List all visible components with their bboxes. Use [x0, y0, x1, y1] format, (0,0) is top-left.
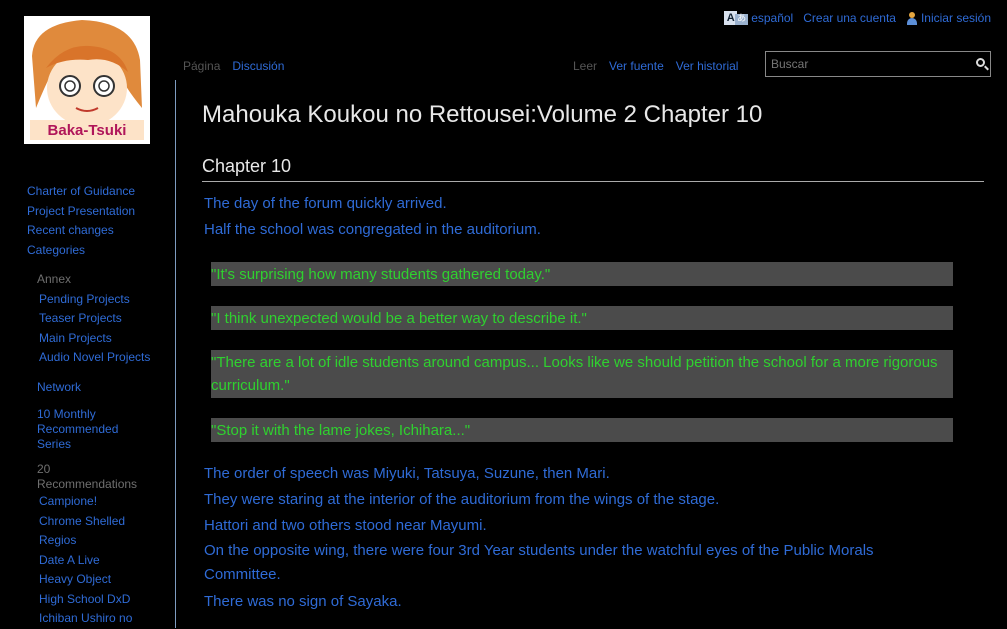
language-label: español: [751, 11, 794, 25]
paragraph: There was no sign of Sayaka.: [204, 593, 402, 610]
search-input[interactable]: [769, 54, 963, 74]
view-tabs: Leer Ver fuente Ver historial: [573, 59, 738, 73]
page-title: Mahouka Koukou no Rettousei:Volume 2 Cha…: [202, 101, 763, 128]
paragraph: Hattori and two others stood near Mayumi…: [204, 517, 487, 534]
paragraph: On the opposite wing, there were four 3r…: [204, 542, 874, 583]
annex-portlet: Annex Pending Projects Teaser Projects M…: [0, 270, 172, 368]
recommendations-heading: 20 Recommendations: [37, 462, 138, 491]
translate-icon: Aあ: [724, 11, 749, 25]
dialogue-quote: "It's surprising how many students gathe…: [211, 262, 953, 286]
recommendations-portlet: 20 Recommendations Campione! Chrome Shel…: [0, 462, 172, 629]
tab-discussion[interactable]: Discusión: [232, 59, 284, 73]
sidebar-item-categories[interactable]: Categories: [27, 241, 172, 261]
sidebar-item-main-projects[interactable]: Main Projects: [39, 329, 172, 349]
search-icon[interactable]: [976, 58, 985, 67]
sidebar: Charter of Guidance Project Presentation…: [0, 182, 172, 629]
section-heading: Chapter 10: [202, 156, 984, 182]
tab-page[interactable]: Página: [183, 59, 220, 73]
logo-text: Baka-Tsuki: [48, 122, 127, 139]
sidebar-nav: Charter of Guidance Project Presentation…: [0, 182, 172, 260]
paragraph: The day of the forum quickly arrived.: [204, 195, 447, 212]
annex-heading: Annex: [37, 272, 72, 286]
dialogue-quote: "Stop it with the lame jokes, Ichihara..…: [211, 418, 953, 442]
sidebar-item-pending-projects[interactable]: Pending Projects: [39, 290, 172, 310]
search-box: [765, 51, 991, 77]
tab-view-source[interactable]: Ver fuente: [609, 59, 664, 73]
personal-tools: Aあ español Crear una cuenta Iniciar sesi…: [724, 11, 991, 25]
sidebar-item-teaser-projects[interactable]: Teaser Projects: [39, 309, 172, 329]
sidebar-item-ichiban-ushiro[interactable]: Ichiban Ushiro no: [39, 609, 172, 629]
site-logo[interactable]: Baka-Tsuki: [24, 16, 150, 144]
sidebar-item-monthly-series[interactable]: 10 Monthly Recommended Series: [37, 407, 129, 452]
sidebar-item-high-school-dxd[interactable]: High School DxD: [39, 590, 172, 610]
monthly-portlet: 10 Monthly Recommended Series: [0, 407, 129, 452]
language-link[interactable]: Aあ español: [724, 11, 793, 25]
paragraph: The order of speech was Miyuki, Tatsuya,…: [204, 465, 610, 482]
main-content: Mahouka Koukou no Rettousei:Volume 2 Cha…: [175, 80, 1007, 628]
paragraph: Half the school was congregated in the a…: [204, 221, 541, 238]
login-label: Iniciar sesión: [920, 11, 991, 25]
sidebar-item-chrome-shelled-regios[interactable]: Chrome Shelled Regios: [39, 512, 139, 551]
create-account-link[interactable]: Crear una cuenta: [803, 11, 896, 25]
tab-view-history[interactable]: Ver historial: [676, 59, 739, 73]
sidebar-item-campione[interactable]: Campione!: [39, 492, 172, 512]
sidebar-item-date-a-live[interactable]: Date A Live: [39, 551, 172, 571]
sidebar-item-charter[interactable]: Charter of Guidance: [27, 182, 172, 202]
paragraph: They were staring at the interior of the…: [204, 491, 720, 508]
dialogue-quote: "I think unexpected would be a better wa…: [211, 306, 953, 330]
network-portlet: Network: [0, 378, 172, 398]
tab-read[interactable]: Leer: [573, 59, 597, 73]
user-icon: [906, 11, 918, 25]
sidebar-item-audio-novel-projects[interactable]: Audio Novel Projects: [39, 348, 172, 368]
sidebar-item-recent-changes[interactable]: Recent changes: [27, 221, 172, 241]
dialogue-quote: "There are a lot of idle students around…: [211, 350, 953, 398]
sidebar-item-heavy-object[interactable]: Heavy Object: [39, 570, 172, 590]
sidebar-item-project-presentation[interactable]: Project Presentation: [27, 202, 172, 222]
login-link[interactable]: Iniciar sesión: [906, 11, 991, 25]
sidebar-item-network[interactable]: Network: [37, 378, 172, 398]
namespace-tabs: Página Discusión: [183, 59, 284, 73]
